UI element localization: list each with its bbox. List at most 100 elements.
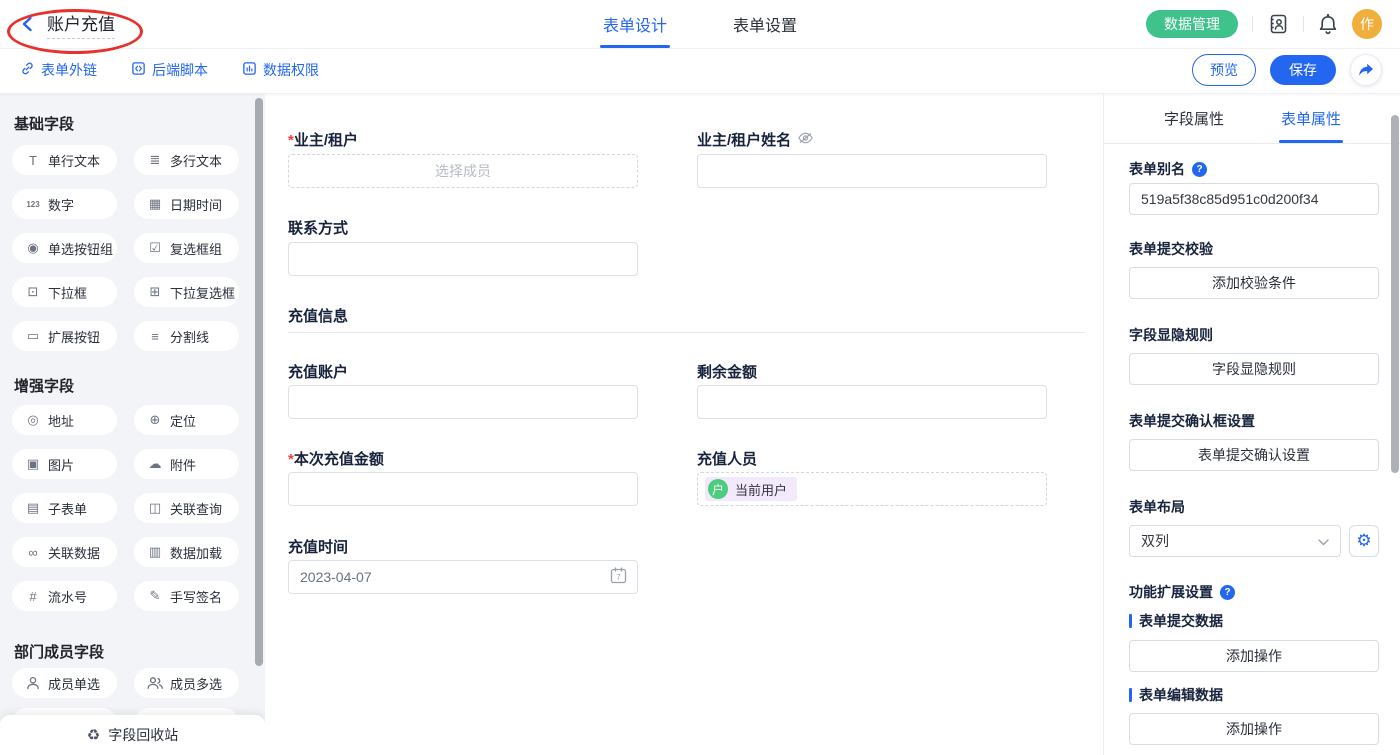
help-icon[interactable]: ? [1192,162,1207,177]
tab-field-properties[interactable]: 字段属性 [1164,93,1224,143]
field-item-datetime[interactable]: ▦日期时间 [134,189,239,219]
form-layout-select[interactable]: 双列 [1129,525,1341,557]
tab-form-properties[interactable]: 表单属性 [1281,93,1341,143]
edit-data-add-action-button[interactable]: 添加操作 [1129,713,1379,745]
field-item-radio-group[interactable]: ◉单选按钮组 [12,233,117,263]
contact-book-icon[interactable] [1267,13,1289,35]
submit-validation-label: 表单提交校验 [1129,239,1213,259]
field-item-relation-query[interactable]: ◫关联查询 [134,493,239,523]
divider-icon: ≡ [147,329,163,344]
member-picker-owner[interactable]: 选择成员 [288,154,638,188]
field-item-subform[interactable]: ▤子表单 [12,493,117,523]
field-label-balance: 剩余金额 [697,361,757,382]
text-icon: T [25,153,41,168]
eye-off-icon [797,131,814,149]
date-picker-recharge-time[interactable]: 2023-04-07 7 [288,560,638,594]
field-item-location[interactable]: ⊕定位 [134,405,239,435]
select-icon: ⊡ [25,284,41,300]
calendar-icon: ▦ [147,196,163,212]
tab-form-design[interactable]: 表单设计 [603,0,667,48]
active-panel-tab-underline [1279,140,1343,143]
share-button[interactable] [1350,54,1382,86]
input-recharge-amount[interactable] [288,472,638,506]
member-multi-icon [147,676,163,690]
date-calendar-icon: 7 [610,567,627,587]
user-tag-avatar: 户 [708,479,728,499]
checkbox-icon: ☑ [147,240,163,256]
page-title[interactable]: 账户充值 [47,10,115,39]
submit-data-add-action-button[interactable]: 添加操作 [1129,640,1379,672]
field-item-address[interactable]: ◎地址 [12,405,117,435]
back-icon[interactable] [20,16,34,32]
recycle-label: 字段回收站 [108,725,178,745]
sidebar-scrollbar[interactable] [255,98,263,666]
tab-form-settings[interactable]: 表单设置 [733,0,797,48]
script-icon [131,61,146,79]
external-link-label: 表单外链 [41,60,97,80]
user-avatar[interactable]: 作 [1352,9,1382,39]
submit-confirm-button[interactable]: 表单提交确认设置 [1129,439,1379,471]
backend-script-button[interactable]: 后端脚本 [131,60,208,80]
field-item-divider[interactable]: ≡分割线 [134,321,239,351]
preview-button[interactable]: 预览 [1192,54,1256,86]
svg-text:7: 7 [616,573,621,582]
submit-confirm-label: 表单提交确认框设置 [1129,411,1255,431]
section-title-basic-fields: 基础字段 [14,113,74,134]
input-owner-name[interactable] [697,154,1047,188]
input-recharge-account[interactable] [288,385,638,419]
layout-settings-gear-button[interactable]: ⚙ [1349,525,1379,557]
data-permission-button[interactable]: 数据权限 [242,60,319,80]
operator-user-box[interactable]: 户 当前用户 [697,472,1047,506]
field-item-serial-number[interactable]: #流水号 [12,581,117,611]
field-visibility-button[interactable]: 字段显隐规则 [1129,353,1379,385]
section-title-enhanced-fields: 增强字段 [14,375,74,396]
textarea-icon: ≣ [147,152,163,168]
input-contact[interactable] [288,242,638,276]
field-item-attachment[interactable]: ☁附件 [134,449,239,479]
extension-settings-label: 功能扩展设置 ? [1129,582,1235,602]
field-item-image[interactable]: ▣图片 [12,449,117,479]
external-link-button[interactable]: 表单外链 [20,60,97,80]
section-divider [288,332,1085,333]
field-item-select[interactable]: ⊡下拉框 [12,277,117,307]
save-button[interactable]: 保存 [1270,55,1336,85]
field-label-recharge-account: 充值账户 [288,361,348,382]
chevron-down-icon [1318,533,1329,549]
field-item-multi-text[interactable]: ≣多行文本 [134,145,239,175]
field-item-multi-select[interactable]: ⊞下拉复选框 [134,277,239,307]
body-area: 基础字段 T单行文本 ≣多行文本 123数字 ▦日期时间 ◉单选按钮组 ☑复选框… [0,93,1400,755]
field-item-single-text[interactable]: T单行文本 [12,145,117,175]
blue-bar-icon [1129,688,1132,702]
field-item-extend-button[interactable]: ▭扩展按钮 [12,321,117,351]
form-designer-app: 账户充值 表单设计 表单设置 数据管理 作 [0,0,1400,755]
help-icon[interactable]: ? [1220,585,1235,600]
field-recycle-bin[interactable]: ♻ 字段回收站 [0,715,265,755]
input-balance[interactable] [697,385,1047,419]
field-item-checkbox-group[interactable]: ☑复选框组 [134,233,239,263]
field-item-relation-data[interactable]: ∞关联数据 [12,537,117,567]
header-right-group: 数据管理 作 [1146,0,1382,48]
field-item-member-multi[interactable]: 成员多选 [134,668,239,698]
add-validation-button[interactable]: 添加校验条件 [1129,267,1379,299]
panel-scrollbar[interactable] [1391,115,1399,473]
field-item-member-single[interactable]: 成员单选 [12,668,117,698]
field-item-signature[interactable]: ✎手写签名 [134,581,239,611]
field-item-number[interactable]: 123数字 [12,189,117,219]
panel-tabs: 字段属性 表单属性 [1104,93,1400,144]
submit-data-sublabel: 表单提交数据 [1129,611,1223,631]
data-manage-button[interactable]: 数据管理 [1146,10,1238,38]
blue-bar-icon [1129,614,1132,628]
date-value: 2023-04-07 [300,569,372,585]
field-item-data-load[interactable]: ▥数据加载 [134,537,239,567]
toolbar-actions: 预览 保存 [1192,48,1382,92]
location-icon: ⊕ [147,412,163,428]
field-label-recharge-amount: *本次充值金额 [288,448,384,469]
gear-icon: ⚙ [1356,531,1371,551]
properties-panel: 字段属性 表单属性 表单别名 ? 表单提交校验 添加校验条件 字段显隐规则 字段… [1103,93,1400,755]
field-visibility-label: 字段显隐规则 [1129,325,1213,345]
notification-bell-icon[interactable] [1318,13,1338,35]
relation-data-icon: ∞ [25,545,41,560]
user-tag-label: 当前用户 [735,480,787,499]
form-alias-input[interactable] [1129,183,1379,215]
field-palette-sidebar: 基础字段 T单行文本 ≣多行文本 123数字 ▦日期时间 ◉单选按钮组 ☑复选框… [0,93,265,755]
